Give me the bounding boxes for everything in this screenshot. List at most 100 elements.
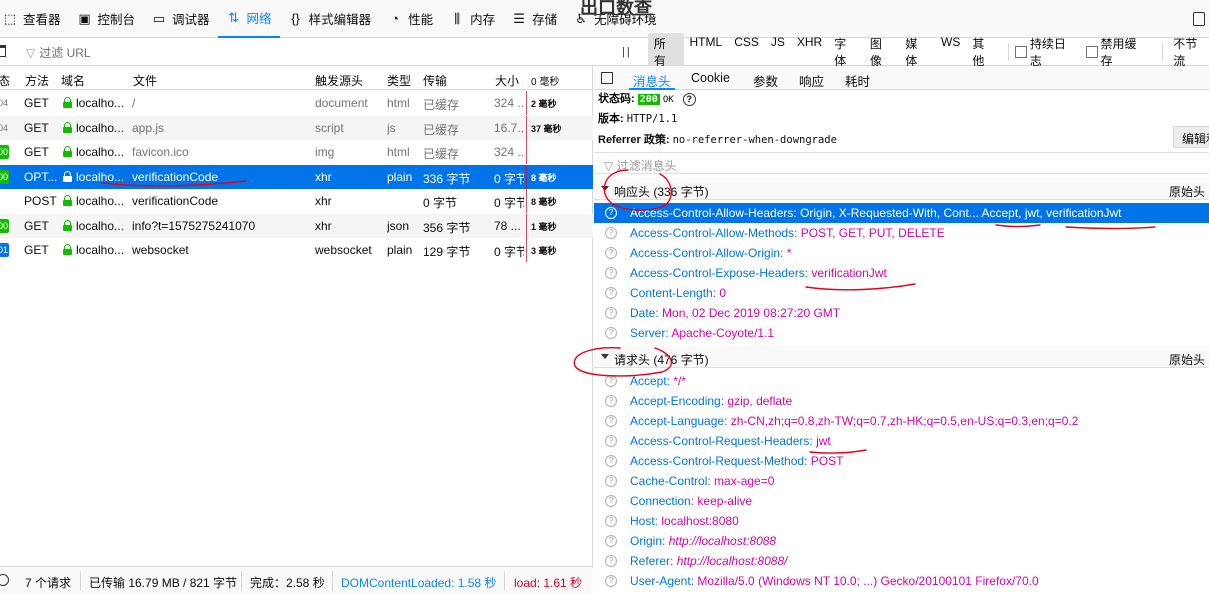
col-size[interactable]: 大小: [495, 72, 519, 89]
header-key-value: Origin: http://localhost:8088: [630, 534, 776, 548]
header-help-icon[interactable]: ?: [605, 287, 617, 299]
col-method[interactable]: 方法: [25, 72, 49, 89]
toggle-panel-icon[interactable]: [601, 72, 613, 84]
header-key: Access-Control-Expose-Headers:: [630, 266, 809, 280]
header-line[interactable]: ? Access-Control-Allow-Origin: *: [594, 243, 1209, 263]
header-help-icon[interactable]: ?: [605, 495, 617, 507]
url-filter-input[interactable]: ▽ 过滤 URL: [26, 44, 91, 61]
header-help-icon[interactable]: ?: [605, 227, 617, 239]
header-line[interactable]: ? Cache-Control: max-age=0: [594, 471, 1209, 491]
table-row[interactable]: 00 GET localho... favicon.ico img html 已缓存 324 …: [0, 140, 593, 164]
edit-resend-button[interactable]: 编辑和重发: [1173, 126, 1209, 148]
header-help-icon[interactable]: ?: [605, 327, 617, 339]
tool-tab-inspector[interactable]: ⬚ 查看器: [0, 0, 69, 38]
header-help-icon[interactable]: ?: [605, 395, 617, 407]
col-type[interactable]: 类型: [387, 72, 411, 89]
header-key-value: Accept: */*: [630, 374, 686, 388]
tab-response[interactable]: 响应: [799, 71, 824, 90]
tool-tab-network[interactable]: ⇅ 网络: [217, 0, 280, 38]
header-help-icon[interactable]: ?: [605, 555, 617, 567]
header-line[interactable]: ? Access-Control-Request-Headers: jwt: [594, 431, 1209, 451]
header-key: Cache-Control:: [630, 474, 711, 488]
raw-headers-toggle[interactable]: 原始头: [1169, 183, 1205, 200]
cell-method: POST: [24, 194, 57, 208]
header-line[interactable]: ? Referer: http://localhost:8088/: [594, 551, 1209, 571]
table-row[interactable]: 04 GET localho... / document html 已缓存 324 ... 2 …: [0, 91, 593, 115]
help-icon[interactable]: ?: [682, 92, 696, 106]
col-waterfall[interactable]: 0 毫秒: [531, 73, 559, 88]
tool-tab-storage[interactable]: ☰ 存储: [503, 0, 565, 38]
table-row[interactable]: POST localho... verificationCode xhr 0 字节 0 字…: [0, 189, 593, 213]
col-status[interactable]: 态: [0, 72, 10, 89]
dock-side-icon[interactable]: [1193, 12, 1205, 26]
persist-logs-checkbox[interactable]: 持续日志: [1014, 35, 1078, 69]
tool-tab-console[interactable]: ▣ 控制台: [69, 0, 144, 38]
details-tabs: 消息头 Cookie 参数 响应 耗时: [594, 66, 1209, 90]
tab-timings[interactable]: 耗时: [845, 71, 870, 90]
header-value: localhost:8080: [661, 514, 739, 528]
table-row[interactable]: 00 GET localho... info?t=1575275241070 xhr js…: [0, 213, 593, 238]
collapse-triangle-icon[interactable]: [601, 186, 609, 191]
tab-headers[interactable]: 消息头: [629, 71, 674, 90]
header-value: http://localhost:8088: [668, 534, 777, 548]
tab-params[interactable]: 参数: [753, 71, 778, 90]
tool-tab-style-editor[interactable]: {} 样式编辑器: [280, 0, 380, 38]
tool-tab-debugger[interactable]: ▭ 调试器: [143, 0, 218, 38]
header-help-icon[interactable]: ?: [605, 307, 617, 319]
clear-trash-icon[interactable]: [0, 45, 6, 57]
header-line[interactable]: ? Origin: http://localhost:8088: [594, 531, 1209, 551]
header-help-icon[interactable]: ?: [605, 247, 617, 259]
table-row[interactable]: 00 OPT... localho... verificationCode xhr pla…: [0, 164, 593, 189]
header-line[interactable]: ? Connection: keep-alive: [594, 491, 1209, 511]
header-key: Access-Control-Request-Method:: [630, 454, 808, 468]
header-line[interactable]: ? Host: localhost:8080: [594, 511, 1209, 531]
header-help-icon[interactable]: ?: [605, 435, 617, 447]
header-line[interactable]: ? Access-Control-Allow-Methods: POST, GET…: [594, 223, 1209, 243]
pause-icon[interactable]: ||: [622, 46, 636, 58]
header-line[interactable]: ? Accept-Encoding: gzip, deflate: [594, 391, 1209, 411]
col-transferred[interactable]: 传输: [423, 72, 447, 89]
disable-cache-box[interactable]: [1085, 46, 1098, 58]
cell-file: /: [132, 96, 136, 110]
response-headers-section[interactable]: 响应头 (336 字节) 原始头: [594, 178, 1209, 200]
col-cause[interactable]: 触发源头: [315, 72, 363, 89]
header-help-icon[interactable]: ?: [605, 455, 617, 467]
throttle-select[interactable]: 不节流: [1173, 35, 1209, 69]
header-help-icon[interactable]: ?: [605, 375, 617, 387]
header-line[interactable]: ? Accept-Language: zh-CN,zh;q=0.8,zh-TW;q…: [594, 411, 1209, 431]
lock-icon: [63, 244, 72, 255]
header-value: gzip, deflate: [727, 394, 793, 408]
header-help-icon[interactable]: ?: [605, 475, 617, 487]
header-help-icon[interactable]: ?: [605, 515, 617, 527]
header-line[interactable]: ? Server: Apache-Coyote/1.1: [594, 323, 1209, 343]
header-help-icon[interactable]: ?: [605, 415, 617, 427]
table-row[interactable]: 01 GET localho... websocket websocket plain 12…: [0, 238, 593, 262]
header-line[interactable]: ? Access-Control-Request-Method: POST: [594, 451, 1209, 471]
tool-tab-memory[interactable]: ⫼ 内存: [441, 0, 503, 38]
devtools-toolbar: ⬚ 查看器 ▣ 控制台 ▭ 调试器 ⇅ 网络{} 样式编辑器 ◔ 性能 ⫼ 内存 ☰ 存储 ♿ 无障碍环境 出口…: [0, 0, 1209, 38]
col-file[interactable]: 文件: [133, 72, 157, 89]
header-line[interactable]: ? User-Agent: Mozilla/5.0 (Windows NT 10.…: [594, 571, 1209, 591]
col-domain[interactable]: 域名: [61, 72, 85, 89]
header-help-icon[interactable]: ?: [605, 535, 617, 547]
header-help-icon[interactable]: ?: [605, 575, 617, 587]
header-help-icon[interactable]: ?: [605, 267, 617, 279]
header-value: Mon, 02 Dec 2019 08:27:20 GMT: [662, 306, 841, 320]
tab-cookie[interactable]: Cookie: [691, 71, 730, 85]
header-filter-input[interactable]: ▽ 过滤消息头: [594, 152, 1209, 174]
lock-body: [63, 126, 72, 133]
tool-tab-performance[interactable]: ◔ 性能: [379, 0, 441, 38]
header-line[interactable]: ? Accept: */*: [594, 371, 1209, 391]
header-line[interactable]: ? Access-Control-Allow-Headers: Origin, X…: [594, 203, 1209, 223]
header-help-icon[interactable]: ?: [605, 207, 617, 219]
request-headers-section[interactable]: 请求头 (476 字节) 原始头: [594, 346, 1209, 368]
header-line[interactable]: ? Date: Mon, 02 Dec 2019 08:27:20 GMT: [594, 303, 1209, 323]
raw-headers-toggle[interactable]: 原始头: [1169, 351, 1205, 368]
disable-cache-checkbox[interactable]: 禁用缓存: [1085, 35, 1149, 69]
collapse-triangle-icon[interactable]: [601, 354, 609, 359]
performance-clock-icon[interactable]: [0, 574, 9, 586]
header-line[interactable]: ? Access-Control-Expose-Headers: verifica…: [594, 263, 1209, 283]
header-line[interactable]: ? Content-Length: 0: [594, 283, 1209, 303]
table-row[interactable]: 04 GET localho... app.js script js 已缓存 16.7... 3…: [0, 115, 593, 140]
persist-logs-box[interactable]: [1014, 46, 1027, 58]
